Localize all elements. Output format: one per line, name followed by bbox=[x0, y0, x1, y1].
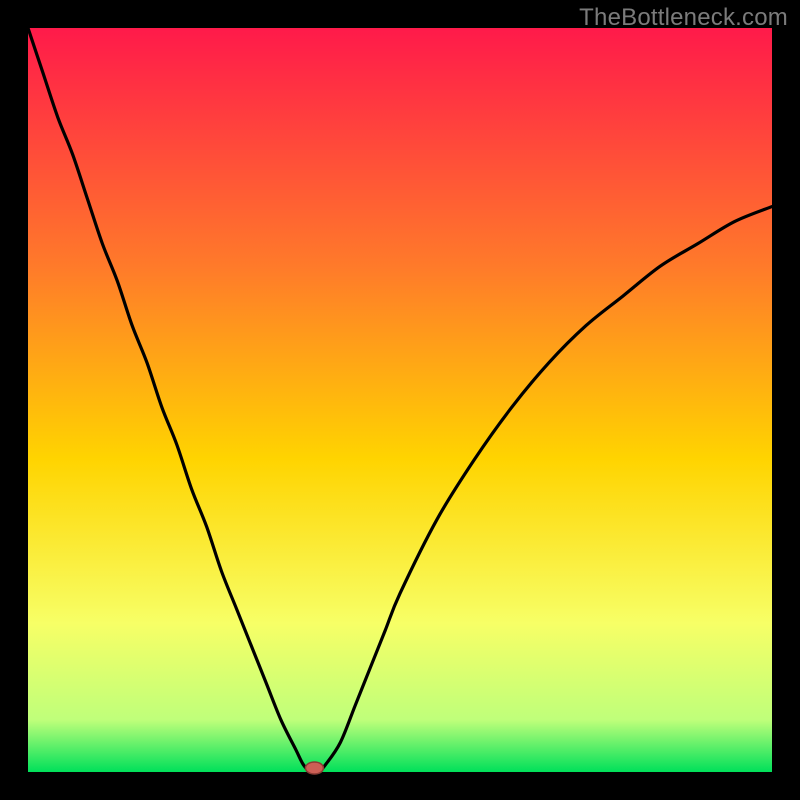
bottleneck-chart bbox=[0, 0, 800, 800]
watermark-text: TheBottleneck.com bbox=[579, 4, 788, 32]
plot-background bbox=[28, 28, 772, 772]
optimal-point-marker bbox=[305, 762, 323, 774]
chart-container: TheBottleneck.com bbox=[0, 0, 800, 800]
